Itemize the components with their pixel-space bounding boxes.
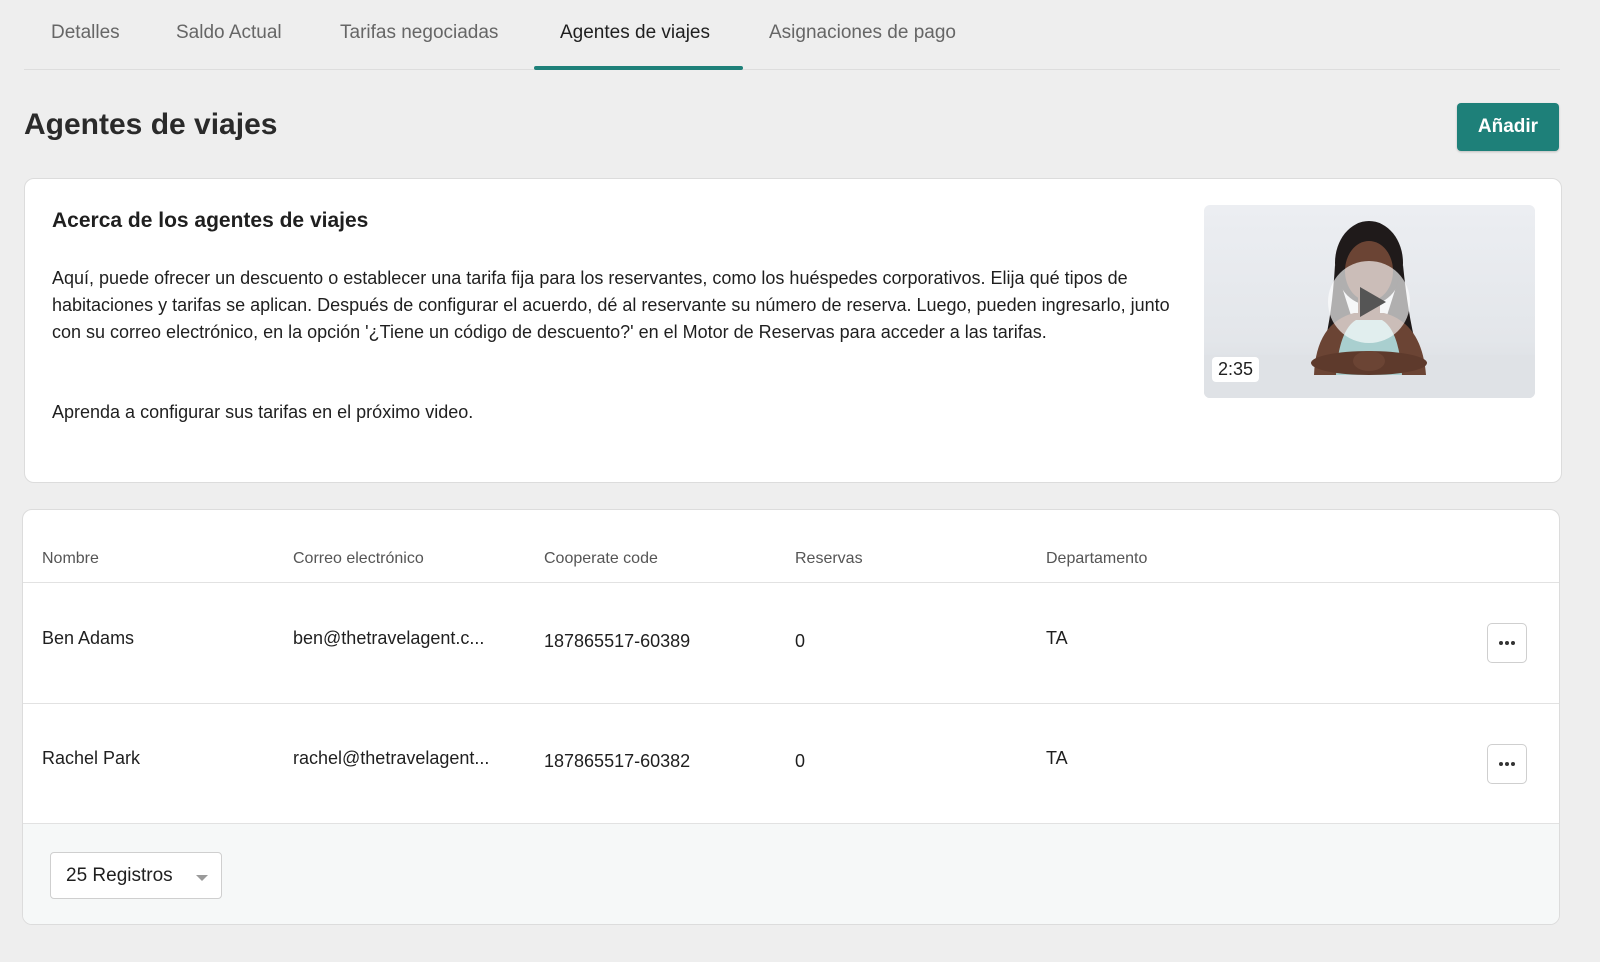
table-row[interactable]: Ben Adams ben@thetravelagent.c... 187865… [23, 582, 1559, 703]
column-header-name[interactable]: Nombre [42, 550, 99, 568]
cell-name: Rachel Park [42, 748, 141, 768]
column-header-bookings[interactable]: Reservas [795, 550, 863, 568]
cell-bookings: 0 [795, 751, 806, 771]
page-size-value: 25 Registros [66, 865, 173, 886]
tab-tarifas-negociadas[interactable]: Tarifas negociadas [340, 22, 498, 70]
info-paragraph-video-hint: Aprenda a configurar sus tarifas en el p… [52, 402, 474, 422]
cell-code: 187865517-60389 [544, 631, 691, 651]
tab-detalles[interactable]: Detalles [51, 22, 120, 70]
video-duration: 2:35 [1212, 357, 1260, 382]
play-icon [1360, 287, 1386, 317]
cell-email: ben@thetravelagent.c... [293, 628, 485, 648]
table-row[interactable]: Rachel Park rachel@thetravelagent... 187… [23, 703, 1559, 824]
add-button[interactable]: Añadir [1457, 103, 1559, 151]
tab-agentes-de-viajes[interactable]: Agentes de viajes [560, 22, 710, 70]
cell-email: rachel@thetravelagent... [293, 748, 490, 768]
page-title: Agentes de viajes [24, 108, 278, 141]
row-actions-button[interactable] [1487, 623, 1527, 663]
column-header-email[interactable]: Correo electrónico [293, 550, 424, 568]
info-title: Acerca de los agentes de viajes [52, 209, 369, 232]
cell-name: Ben Adams [42, 628, 135, 648]
travel-agents-table: Nombre Correo electrónico Cooperate code… [22, 509, 1560, 925]
chevron-down-icon [196, 875, 208, 881]
cell-department: TA [1046, 748, 1068, 768]
row-actions-button[interactable] [1487, 744, 1527, 784]
play-button[interactable] [1328, 261, 1410, 343]
cell-department: TA [1046, 628, 1068, 648]
tab-asignaciones-de-pago[interactable]: Asignaciones de pago [769, 22, 956, 70]
column-header-code[interactable]: Cooperate code [544, 550, 658, 568]
more-options-icon [1499, 641, 1515, 645]
cell-code: 187865517-60382 [544, 751, 691, 771]
active-tab-indicator [534, 66, 743, 70]
tab-bar: Detalles Saldo Actual Tarifas negociadas… [24, 0, 1560, 70]
video-thumbnail[interactable]: 2:35 [1204, 205, 1535, 398]
page-size-select[interactable]: 25 Registros [50, 852, 222, 899]
cell-bookings: 0 [795, 631, 806, 651]
table-footer: 25 Registros [23, 823, 1559, 924]
more-options-icon [1499, 762, 1515, 766]
info-paragraph: Aquí, puede ofrecer un descuento o estab… [52, 268, 1170, 342]
column-header-department[interactable]: Departamento [1046, 550, 1147, 568]
info-card: Acerca de los agentes de viajes Aquí, pu… [24, 178, 1562, 483]
tab-saldo-actual[interactable]: Saldo Actual [176, 22, 282, 70]
